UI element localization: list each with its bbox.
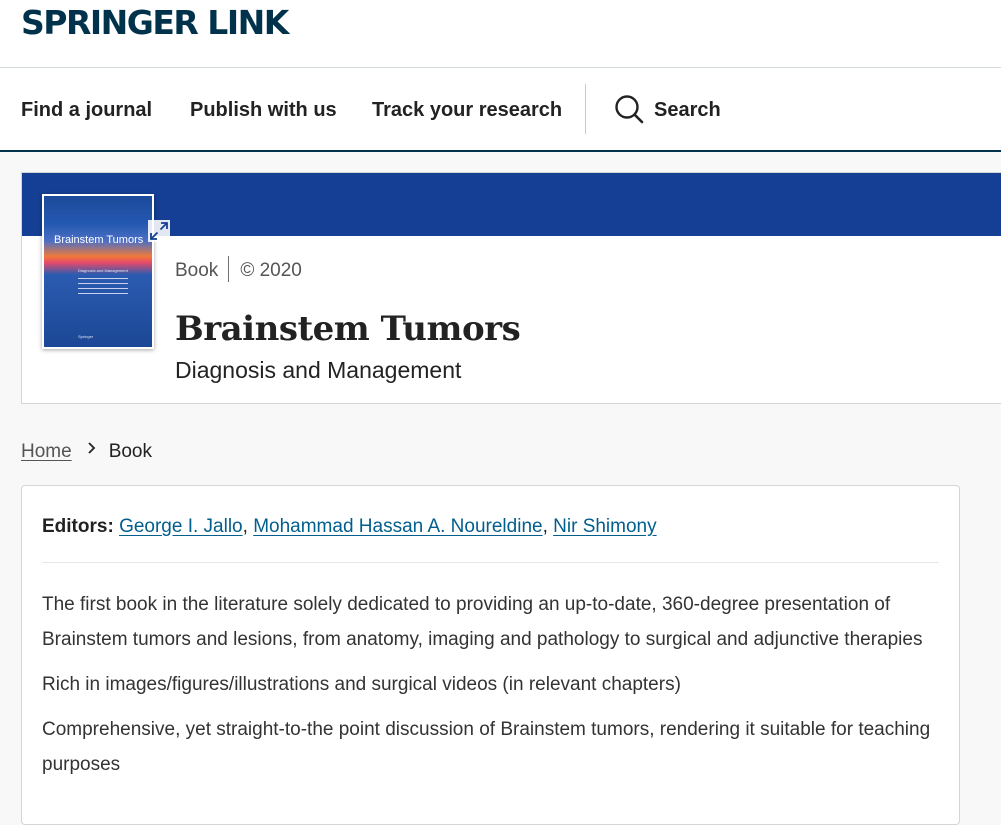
highlight-item: Rich in images/figures/illustrations and… (42, 674, 681, 695)
editor-link[interactable]: Nir Shimony (553, 516, 656, 537)
breadcrumb: Home Book (21, 440, 152, 464)
cover-title: Brainstem Tumors (54, 234, 144, 246)
editor-link[interactable]: Mohammad Hassan A. Noureldine (253, 516, 542, 537)
book-cover-image: Brainstem Tumors Diagnosis and Managemen… (44, 196, 152, 347)
book-copyright: © 2020 (240, 260, 302, 282)
chevron-right-icon (88, 442, 95, 454)
book-cover[interactable]: Brainstem Tumors Diagnosis and Managemen… (42, 194, 170, 349)
springer-link-logo[interactable]: SPRINGER LINK (21, 4, 289, 42)
meta-separator (228, 256, 230, 282)
breadcrumb-home[interactable]: Home (21, 441, 72, 462)
content-divider (42, 562, 939, 563)
highlight-item: Comprehensive, yet straight-to-the point… (42, 719, 931, 775)
book-meta: Book © 2020 (175, 256, 302, 284)
nav-track-research[interactable]: Track your research (372, 98, 562, 122)
book-subtitle: Diagnosis and Management (175, 357, 462, 383)
search-label: Search (654, 99, 721, 121)
book-type: Book (175, 260, 219, 282)
book-highlights: The first book in the literature solely … (42, 587, 937, 792)
breadcrumb-current: Book (108, 441, 152, 462)
expand-icon[interactable] (148, 220, 170, 242)
book-details-card: Editors: George I. Jallo, Mohammad Hassa… (21, 485, 960, 825)
nav-divider (585, 84, 586, 134)
editors-line: Editors: George I. Jallo, Mohammad Hassa… (42, 515, 657, 539)
editors-label: Editors: (42, 516, 114, 537)
cover-editor-lines (78, 278, 138, 298)
cover-publisher: Springer (78, 334, 94, 339)
nav-publish-with-us[interactable]: Publish with us (190, 98, 337, 122)
book-header-card: Brainstem Tumors Diagnosis and Managemen… (21, 172, 1001, 404)
editor-separator: , (542, 516, 554, 537)
main-navigation: Find a journal Publish with us Track you… (0, 68, 1001, 152)
editor-link[interactable]: George I. Jallo (119, 516, 243, 537)
cover-subtitle: Diagnosis and Management (78, 268, 128, 273)
site-header: SPRINGER LINK (0, 0, 1001, 68)
search-icon (615, 95, 644, 124)
highlight-item: The first book in the literature solely … (42, 594, 923, 650)
book-title: Brainstem Tumors (175, 309, 521, 349)
nav-find-journal[interactable]: Find a journal (21, 98, 152, 122)
editor-separator: , (242, 516, 254, 537)
